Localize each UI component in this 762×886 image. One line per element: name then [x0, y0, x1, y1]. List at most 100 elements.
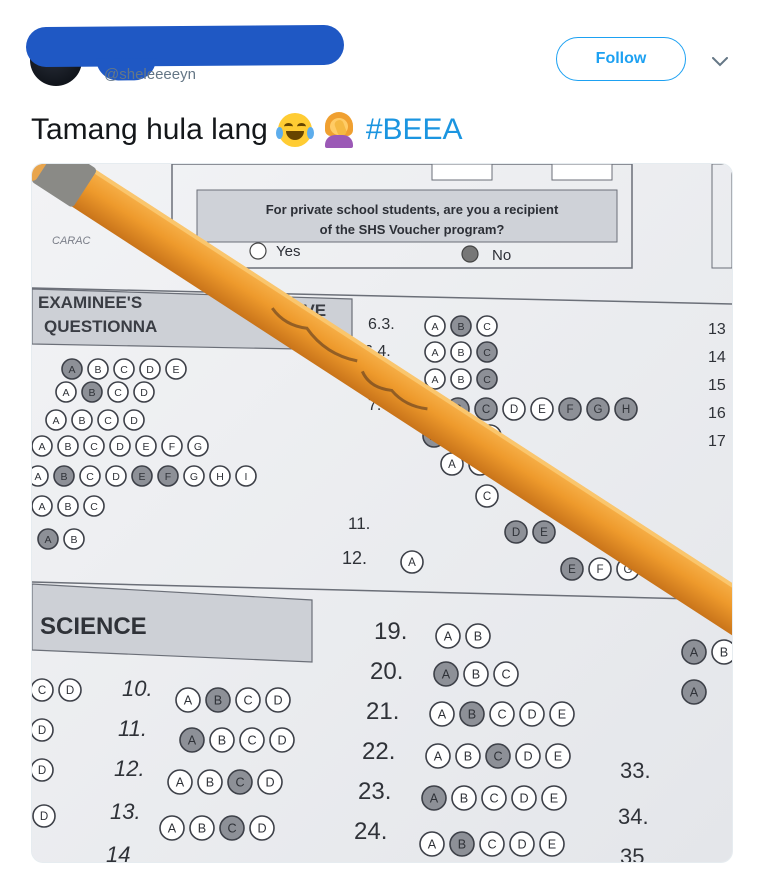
- science-left-row-bubble: B: [205, 687, 231, 713]
- examinee-row-bubble: D: [105, 465, 127, 487]
- science-label: SCIENCE: [40, 613, 147, 640]
- tweet-text: Tamang hula lang #BEEA: [31, 112, 463, 148]
- svg-text:D: D: [510, 404, 518, 416]
- examinee-row-bubble: D: [139, 358, 161, 380]
- science-mid-row-bubble: B: [451, 785, 477, 811]
- science-mid-row-bubble: C: [485, 743, 511, 769]
- examinee-row-bubble: G: [187, 435, 209, 457]
- item-number: 14: [708, 349, 726, 366]
- mid-row-bubble: F: [588, 557, 612, 581]
- tweet-photo[interactable]: For private school students, are you a r…: [31, 163, 733, 863]
- examinee-row-bubble: B: [71, 409, 93, 431]
- svg-text:C: C: [497, 708, 506, 722]
- science-mid-row-bubble: B: [465, 623, 491, 649]
- svg-text:A: A: [52, 415, 59, 427]
- mid-row-bubble: C: [474, 397, 498, 421]
- more-options-button[interactable]: [708, 50, 732, 74]
- svg-text:F: F: [566, 404, 573, 416]
- svg-text:B: B: [94, 364, 101, 376]
- svg-text:C: C: [483, 321, 491, 333]
- examinee-row-bubble: C: [83, 495, 105, 517]
- svg-text:G: G: [594, 404, 603, 416]
- science-mid-row-bubble: A: [421, 785, 447, 811]
- svg-text:D: D: [140, 387, 148, 399]
- svg-text:D: D: [130, 415, 138, 427]
- mid-row-bubble: C: [476, 368, 498, 390]
- examinee-row-bubble: C: [97, 409, 119, 431]
- science-left-row-bubble: B: [209, 727, 235, 753]
- carac-label: CARAC: [52, 235, 91, 247]
- svg-text:A: A: [44, 534, 51, 546]
- examinee-row-bubble: A: [55, 381, 77, 403]
- science-left-row-bubble: D: [58, 678, 82, 702]
- examinee-row-bubble: C: [79, 465, 101, 487]
- mid-row-bubble: A: [424, 341, 446, 363]
- svg-text:A: A: [428, 838, 437, 852]
- svg-text:A: A: [38, 501, 45, 513]
- svg-text:A: A: [690, 686, 699, 700]
- svg-text:G: G: [190, 471, 198, 483]
- svg-text:C: C: [483, 374, 491, 386]
- item-number: 15: [708, 377, 726, 394]
- svg-text:D: D: [146, 364, 154, 376]
- examinee-row-bubble: D: [109, 435, 131, 457]
- science-left-row-bubble: D: [265, 687, 291, 713]
- science-left-row-bubble: C: [227, 769, 253, 795]
- svg-text:C: C: [243, 694, 252, 708]
- svg-text:C: C: [489, 792, 498, 806]
- examinee-row-bubble: A: [61, 358, 83, 380]
- svg-text:D: D: [116, 441, 124, 453]
- science-mid-row-bubble: B: [455, 743, 481, 769]
- follow-button[interactable]: Follow: [556, 37, 686, 81]
- examinee-row-bubble: E: [135, 435, 157, 457]
- science-right-row-bubble: A: [681, 679, 707, 705]
- item-number: 33.: [620, 758, 651, 783]
- svg-text:B: B: [214, 694, 222, 708]
- svg-text:I: I: [245, 471, 248, 483]
- svg-text:A: A: [34, 471, 41, 483]
- svg-text:E: E: [142, 441, 149, 453]
- mid-row-bubble: F: [558, 397, 582, 421]
- svg-text:E: E: [558, 708, 566, 722]
- svg-text:A: A: [176, 776, 185, 790]
- mid-row-bubble: E: [530, 397, 554, 421]
- svg-text:C: C: [38, 685, 46, 697]
- svg-text:A: A: [431, 321, 438, 333]
- svg-text:B: B: [720, 646, 728, 660]
- science-mid-row-bubble: C: [479, 831, 505, 857]
- item-number: 20.: [370, 658, 403, 685]
- svg-text:C: C: [90, 501, 98, 513]
- examinee-row-bubble: B: [81, 381, 103, 403]
- svg-text:C: C: [90, 441, 98, 453]
- svg-text:D: D: [38, 765, 46, 777]
- svg-text:E: E: [540, 527, 548, 539]
- hashtag-link[interactable]: #BEEA: [366, 113, 463, 147]
- examinee-row-bubble: B: [57, 435, 79, 457]
- svg-text:E: E: [172, 364, 179, 376]
- mid-row-bubble: C: [476, 315, 498, 337]
- svg-text:A: A: [38, 441, 45, 453]
- svg-text:G: G: [194, 441, 202, 453]
- svg-text:A: A: [62, 387, 69, 399]
- science-mid-row-bubble: A: [419, 831, 445, 857]
- user-handle[interactable]: @sheleeeeyn: [104, 66, 196, 83]
- science-left-row-bubble: A: [159, 815, 185, 841]
- svg-text:B: B: [457, 374, 464, 386]
- examinee-row-bubble: D: [123, 409, 145, 431]
- examinee-row-bubble: F: [157, 465, 179, 487]
- svg-text:H: H: [216, 471, 224, 483]
- science-left-row-bubble: A: [175, 687, 201, 713]
- mid-row-bubble: G: [586, 397, 610, 421]
- science-left-row-bubble: D: [257, 769, 283, 795]
- examinee-row-bubble: D: [133, 381, 155, 403]
- examinee-row-bubble: C: [113, 358, 135, 380]
- svg-text:B: B: [78, 415, 85, 427]
- svg-text:A: A: [408, 557, 416, 569]
- svg-text:D: D: [519, 792, 528, 806]
- science-mid-row-bubble: C: [493, 661, 519, 687]
- svg-text:A: A: [431, 374, 438, 386]
- svg-text:C: C: [482, 404, 490, 416]
- science-mid-row-bubble: A: [433, 661, 459, 687]
- item-number: 10.: [122, 676, 153, 701]
- item-number: 24.: [354, 818, 387, 845]
